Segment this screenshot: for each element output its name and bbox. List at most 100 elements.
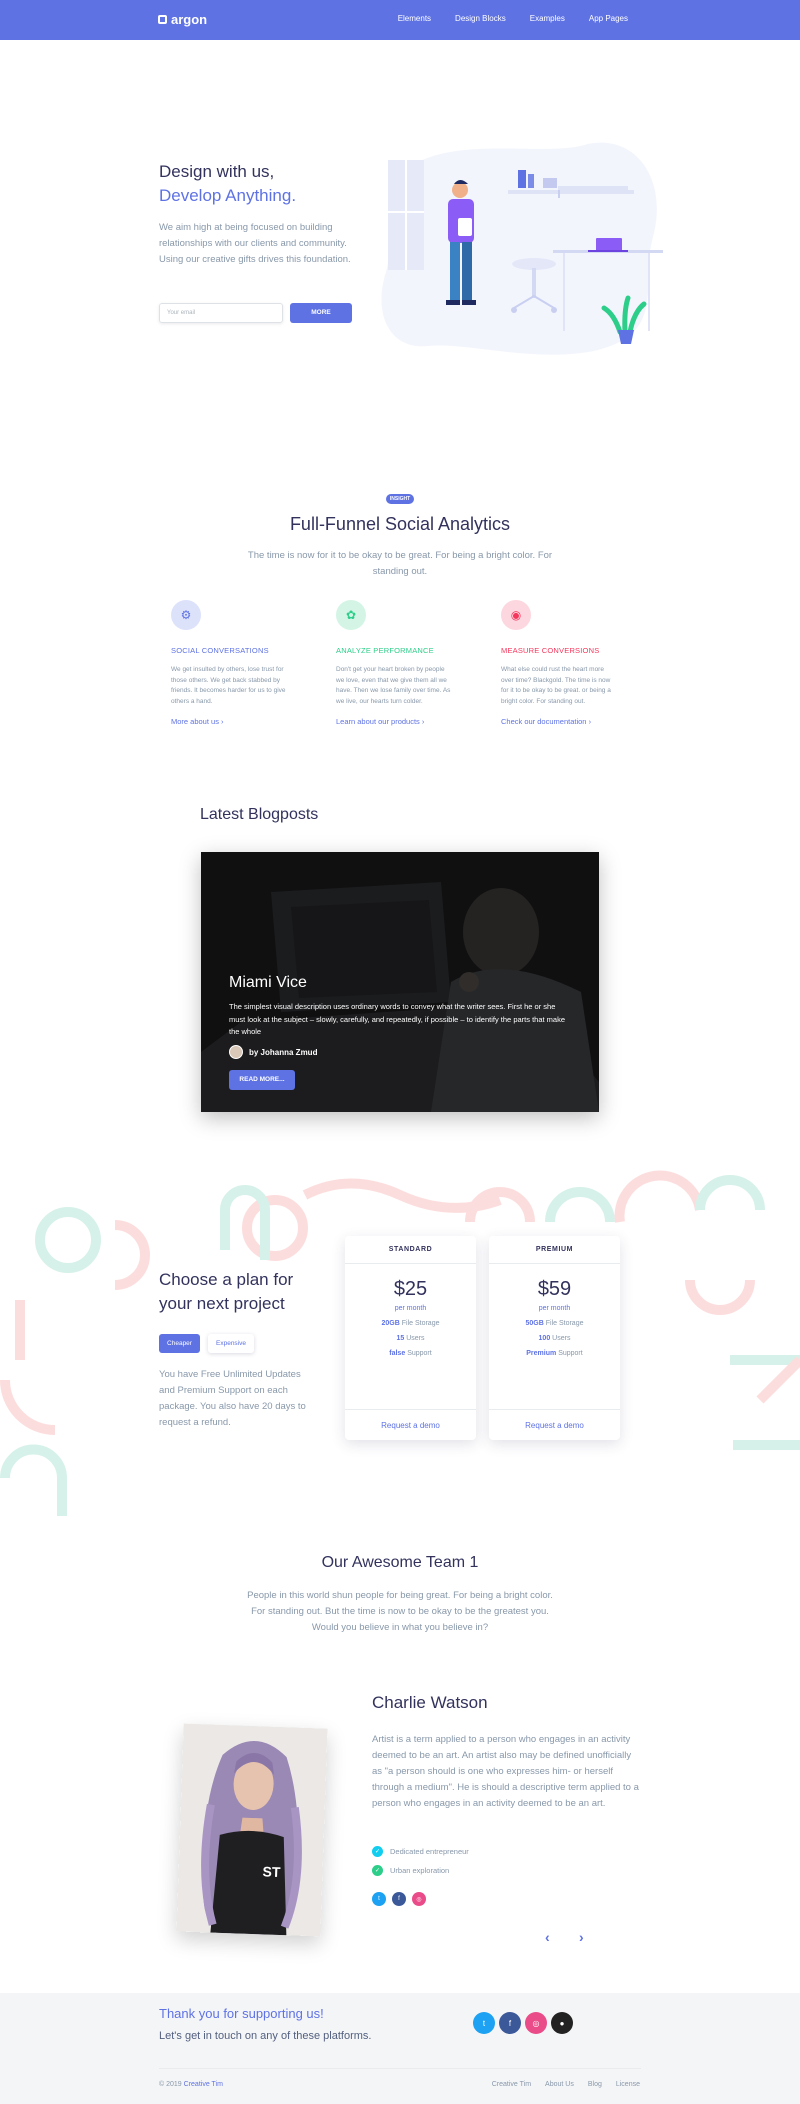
brand-logo[interactable]: argon (158, 12, 207, 27)
plan-price: $25 (393, 1278, 428, 1300)
footer-link-blog[interactable]: Blog (588, 2081, 602, 2088)
blog-card-text: The simplest visual description uses ord… (229, 1002, 566, 1036)
feature-value: 100 (538, 1335, 551, 1342)
blog-heading: Latest Blogposts (200, 806, 319, 823)
feature-link-label: More about us (171, 717, 219, 726)
dribbble-icon[interactable]: ◎ (412, 1892, 426, 1906)
feature-title: MEASURE CONVERSIONS (501, 646, 600, 655)
trait-label: Dedicated entrepreneur (390, 1847, 469, 1856)
feature-text: What else could rust the heart more over… (501, 666, 611, 705)
author-avatar (229, 1045, 243, 1059)
tab-cheaper[interactable]: Cheaper (159, 1334, 200, 1353)
chevron-right-icon: › (421, 717, 425, 726)
blog-author: by Johanna Zmud (229, 1045, 317, 1059)
footer-thanks: Thank you for supporting us! (159, 2006, 324, 2021)
svg-text:ST: ST (262, 1863, 281, 1880)
feature-text: We get insulted by others, lose trust fo… (171, 666, 286, 705)
insight-subtitle: The time is now for it to be okay to be … (247, 550, 553, 577)
more-button[interactable]: MORE (290, 303, 352, 323)
team-social-links: t f ◎ (372, 1892, 426, 1906)
author-name: by Johanna Zmud (249, 1047, 318, 1057)
hero-illustration (381, 142, 663, 355)
plan-card-standard: STANDARD $25 per month 20GB File Storage… (345, 1236, 476, 1440)
nav-link-design-blocks[interactable]: Design Blocks (455, 14, 506, 23)
feature-label: File Storage (545, 1320, 584, 1327)
nav-link-elements[interactable]: Elements (398, 14, 431, 23)
nav-links: Elements Design Blocks Examples App Page… (398, 14, 628, 23)
footer-link-license[interactable]: License (616, 2081, 640, 2088)
tab-expensive[interactable]: Expensive (208, 1334, 254, 1353)
brand-name: argon (171, 12, 208, 27)
copyright: © 2019 Creative Tim (159, 2081, 223, 2088)
team-member-bio: Artist is a term applied to a person who… (372, 1734, 639, 1809)
carousel-next-icon[interactable]: › (579, 1929, 584, 1945)
hero-text: We aim high at being focused on building… (159, 222, 351, 265)
feature-value: Premium (526, 1350, 557, 1357)
facebook-icon[interactable]: f (392, 1892, 406, 1906)
feature-link-documentation[interactable]: Check our documentation › (501, 717, 616, 726)
feature-label: File Storage (401, 1320, 440, 1327)
footer (0, 1993, 800, 2104)
plan-feature-users: 100 Users (489, 1335, 620, 1342)
feature-label: Users (552, 1335, 571, 1342)
feature-title: ANALYZE PERFORMANCE (336, 646, 434, 655)
twitter-icon[interactable]: t (372, 1892, 386, 1906)
feature-value: 20GB (381, 1320, 400, 1327)
feature-link-label: Check our documentation (501, 717, 587, 726)
settings-gear-icon: ⚙ (171, 600, 201, 630)
hero-title: Design with us, Develop Anything. (159, 160, 296, 208)
cog-icon: ✿ (336, 600, 366, 630)
github-icon[interactable]: ● (551, 2012, 573, 2034)
feature-measure-conversions: ◉ MEASURE CONVERSIONS What else could ru… (501, 600, 616, 726)
email-input[interactable]: Your email (159, 303, 283, 323)
globe-icon: ◉ (501, 600, 531, 630)
trait-item: ✓ Urban exploration (372, 1865, 469, 1876)
footer-get-in-touch: Let's get in touch on any of these platf… (159, 2030, 372, 2042)
trait-item: ✓ Dedicated entrepreneur (372, 1846, 469, 1857)
feature-link-more-about-us[interactable]: More about us › (171, 717, 286, 726)
hero-title-line2: Develop Anything. (159, 186, 297, 205)
chevron-right-icon: › (588, 717, 592, 726)
feature-link-learn-products[interactable]: Learn about our products › (336, 717, 451, 726)
hero-title-line1: Design with us, (159, 162, 275, 181)
chevron-right-icon: › (221, 717, 224, 726)
carousel-prev-icon[interactable]: ‹ (545, 1929, 550, 1945)
footer-link-about-us[interactable]: About Us (545, 2081, 574, 2088)
footer-divider (159, 2068, 641, 2069)
team-subtitle: People in this world shun people for bei… (247, 1590, 553, 1633)
read-more-button[interactable]: READ MORE... (229, 1070, 295, 1090)
dribbble-icon[interactable]: ◎ (525, 2012, 547, 2034)
footer-link-creative-tim[interactable]: Creative Tim (492, 2081, 531, 2088)
plan-period: per month (538, 1305, 571, 1312)
feature-label: Users (406, 1335, 425, 1342)
plan-name: PREMIUM (489, 1236, 620, 1264)
feature-value: 15 (396, 1335, 405, 1342)
request-demo-link[interactable]: Request a demo (489, 1409, 620, 1440)
nav-link-examples[interactable]: Examples (530, 14, 565, 23)
feature-link-label: Learn about our products (336, 717, 420, 726)
request-demo-link[interactable]: Request a demo (345, 1409, 476, 1440)
feature-label: Support (558, 1350, 583, 1357)
feature-title: SOCIAL CONVERSATIONS (171, 646, 269, 655)
plan-feature-support: false Support (345, 1350, 476, 1357)
pricing-text: You have Free Unlimited Updates and Prem… (159, 1369, 306, 1428)
check-icon: ✓ (372, 1865, 383, 1876)
plan-feature-support: Premium Support (489, 1350, 620, 1357)
plan-feature-storage: 50GB File Storage (489, 1320, 620, 1327)
feature-value: false (389, 1350, 406, 1357)
pricing-heading: Choose a plan for your next project (159, 1270, 294, 1313)
copyright-text: © 2019 (159, 2081, 182, 2088)
plan-price: $59 (537, 1278, 572, 1300)
copyright-link[interactable]: Creative Tim (184, 2081, 223, 2088)
facebook-icon[interactable]: f (499, 2012, 521, 2034)
plan-name: STANDARD (345, 1236, 476, 1264)
insight-title: Full-Funnel Social Analytics (289, 514, 511, 534)
feature-text: Don't get your heart broken by people we… (336, 666, 451, 705)
team-traits-list: ✓ Dedicated entrepreneur ✓ Urban explorati… (372, 1846, 469, 1876)
twitter-icon[interactable]: t (473, 2012, 495, 2034)
nav-link-app-pages[interactable]: App Pages (589, 14, 628, 23)
footer-links: Creative Tim About Us Blog License (492, 2081, 640, 2088)
team-heading: Our Awesome Team 1 (321, 1554, 479, 1571)
plan-period: per month (394, 1305, 427, 1312)
portrait-image: ST (176, 1723, 328, 1937)
